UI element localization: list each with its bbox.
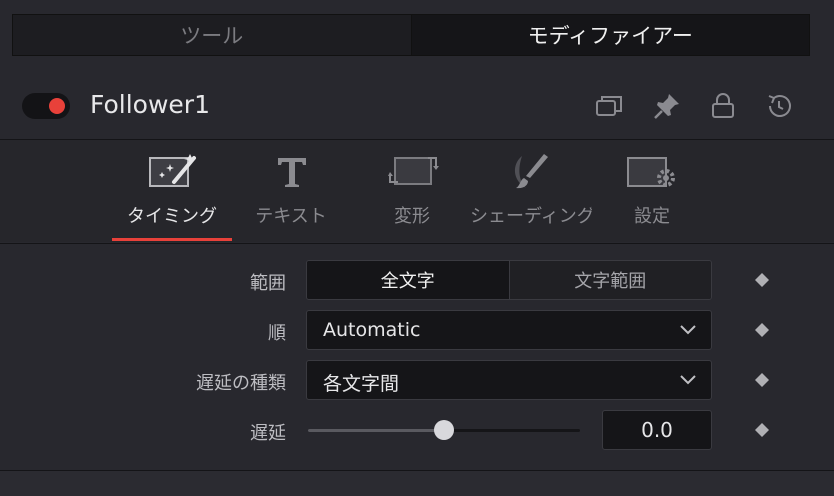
order-dropdown[interactable]: Automatic [306, 310, 712, 350]
inspector-tab-label: 変形 [394, 206, 430, 227]
inspector-tab-shading[interactable]: シェーディング [470, 140, 592, 242]
row-delay: 遅延 0.0 [0, 410, 834, 450]
inspector-tab-label: 設定 [634, 206, 670, 227]
pin-icon[interactable] [652, 91, 682, 121]
copy-icon[interactable] [594, 91, 624, 121]
brush-icon [514, 154, 548, 189]
chevron-down-icon [680, 325, 696, 335]
properties-panel: 範囲 全文字 文字範囲 順 Automatic 遅延の種類 各文字間 遅延 0.… [0, 244, 834, 470]
reset-icon[interactable] [764, 91, 794, 121]
inspector-tab-label: シェーディング [470, 206, 592, 227]
delay-type-value: 各文字間 [323, 373, 400, 395]
text-icon [278, 158, 306, 187]
chevron-down-icon [680, 375, 696, 385]
delay-type-dropdown[interactable]: 各文字間 [306, 360, 712, 400]
tab-modifiers[interactable]: モディファイアー [410, 15, 809, 55]
delay-slider-fill [308, 429, 444, 432]
magic-wand-icon [149, 154, 196, 187]
node-enable-toggle[interactable] [22, 93, 70, 119]
panel-tab-bar: ツール モディファイアー [12, 14, 810, 56]
delay-label: 遅延 [250, 423, 286, 444]
order-label: 順 [268, 323, 286, 344]
node-header: Follower1 [0, 76, 834, 138]
inspector-tab-settings[interactable]: 設定 [614, 140, 690, 242]
toggle-indicator [49, 98, 65, 114]
keyframe-diamond-icon[interactable] [754, 322, 770, 338]
delay-type-label: 遅延の種類 [196, 373, 286, 394]
row-order: 順 Automatic [0, 310, 834, 350]
keyframe-diamond-icon[interactable] [754, 272, 770, 288]
active-tab-indicator [112, 238, 232, 241]
order-value: Automatic [323, 319, 421, 341]
keyframe-diamond-icon[interactable] [754, 372, 770, 388]
inspector-tab-label: テキスト [255, 206, 327, 227]
settings-icon [627, 157, 675, 187]
transform-icon [388, 157, 439, 185]
inspector-tabs: タイミング テキスト 変形 シェーディング 設定 [0, 140, 834, 242]
inspector-tab-transform[interactable]: 変形 [372, 140, 452, 242]
inspector-tab-text[interactable]: テキスト [248, 140, 334, 242]
inspector-tab-label: タイミング [127, 206, 217, 227]
lock-icon[interactable] [708, 91, 738, 121]
delay-slider-handle[interactable] [434, 420, 454, 440]
row-range: 範囲 全文字 文字範囲 [0, 260, 834, 300]
range-label: 範囲 [250, 273, 286, 294]
range-character-range-button[interactable]: 文字範囲 [508, 261, 711, 299]
node-name: Follower1 [90, 90, 210, 119]
inspector-tab-timing[interactable]: タイミング [112, 140, 232, 242]
keyframe-diamond-icon[interactable] [754, 422, 770, 438]
range-segmented-control: 全文字 文字範囲 [306, 260, 712, 300]
delay-value-field[interactable]: 0.0 [602, 410, 712, 450]
tab-tools[interactable]: ツール [13, 15, 411, 55]
panel-bottom [0, 471, 834, 496]
range-all-characters-button[interactable]: 全文字 [307, 261, 509, 299]
row-delay-type: 遅延の種類 各文字間 [0, 360, 834, 400]
